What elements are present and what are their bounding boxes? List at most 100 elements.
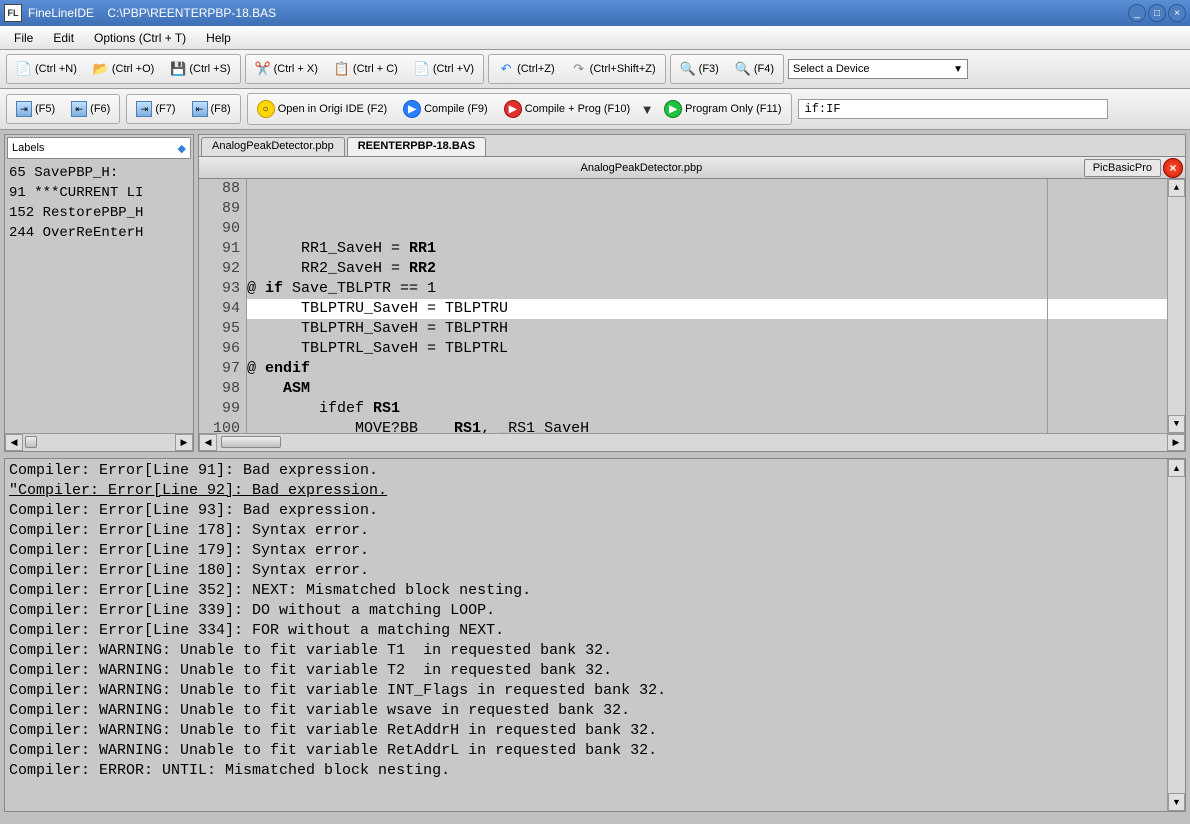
label-entry[interactable]: 244 OverReEnterH xyxy=(9,223,189,243)
titlebar: FL FineLineIDE C:\PBP\REENTERPBP-18.BAS … xyxy=(0,0,1190,26)
if-expression-input[interactable]: if:IF xyxy=(798,99,1108,119)
output-line[interactable]: Compiler: Error[Line 352]: NEXT: Mismatc… xyxy=(9,581,1163,601)
open-button[interactable]: 📂(Ctrl +O) xyxy=(86,57,161,81)
close-button[interactable]: × xyxy=(1168,4,1186,22)
code-line[interactable]: TBLPTRU_SaveH = TBLPTRU xyxy=(247,299,1167,319)
code-line[interactable]: ASM xyxy=(247,379,1167,399)
program-only-button[interactable]: ▶Program Only (F11) xyxy=(657,96,788,122)
scroll-up-icon[interactable]: ▲ xyxy=(1168,459,1185,477)
output-line[interactable]: Compiler: Error[Line 179]: Syntax error. xyxy=(9,541,1163,561)
toolbar-main: 📄(Ctrl +N) 📂(Ctrl +O) 💾(Ctrl +S) ✂️(Ctrl… xyxy=(0,50,1190,89)
code-line[interactable]: TBLPTRL_SaveH = TBLPTRL xyxy=(247,339,1167,359)
output-line[interactable]: Compiler: WARNING: Unable to fit variabl… xyxy=(9,681,1163,701)
scroll-right-icon[interactable]: ▶ xyxy=(175,434,193,451)
new-button[interactable]: 📄(Ctrl +N) xyxy=(9,57,84,81)
play-icon: ▶ xyxy=(664,100,682,118)
label-entry[interactable]: 65 SavePBP_H: xyxy=(9,163,189,183)
labels-dropdown[interactable]: Labels ◆ xyxy=(7,137,191,159)
output-line[interactable]: Compiler: Error[Line 178]: Syntax error. xyxy=(9,521,1163,541)
step-over-icon: ⇤ xyxy=(71,101,87,117)
redo-button[interactable]: ↷(Ctrl+Shift+Z) xyxy=(564,57,663,81)
paste-icon: 📄 xyxy=(414,61,430,77)
output-line[interactable]: Compiler: WARNING: Unable to fit variabl… xyxy=(9,661,1163,681)
code-line[interactable]: ifdef RS1 xyxy=(247,399,1167,419)
compile-prog-button[interactable]: ▶Compile + Prog (F10) xyxy=(497,96,637,122)
toolbar-build: ⇥(F5) ⇤(F6) ⇥(F7) ⇤(F8) ○Open in Origi I… xyxy=(0,89,1190,130)
code-area[interactable]: RR1_SaveH = RR1 RR2_SaveH = RR2@ if Save… xyxy=(247,179,1167,433)
tab-file-2[interactable]: REENTERPBP-18.BAS xyxy=(347,137,486,156)
scroll-thumb[interactable] xyxy=(25,436,37,448)
compile-button[interactable]: ▶Compile (F9) xyxy=(396,96,495,122)
play-icon: ▶ xyxy=(403,100,421,118)
save-icon: 💾 xyxy=(170,61,186,77)
menu-help[interactable]: Help xyxy=(198,28,239,48)
copy-button[interactable]: 📋(Ctrl + C) xyxy=(327,57,405,81)
circle-icon: ○ xyxy=(257,100,275,118)
compiler-output[interactable]: Compiler: Error[Line 91]: Bad expression… xyxy=(5,459,1167,811)
code-editor[interactable]: 888990919293949596979899100 RR1_SaveH = … xyxy=(199,179,1185,433)
open-folder-icon: 📂 xyxy=(93,61,109,77)
output-line[interactable]: Compiler: Error[Line 180]: Syntax error. xyxy=(9,561,1163,581)
close-file-button[interactable]: × xyxy=(1163,158,1183,178)
output-line[interactable]: Compiler: Error[Line 91]: Bad expression… xyxy=(9,461,1163,481)
step-f8-button[interactable]: ⇤(F8) xyxy=(185,97,238,121)
output-line[interactable]: Compiler: Error[Line 93]: Bad expression… xyxy=(9,501,1163,521)
open-ide-button[interactable]: ○Open in Origi IDE (F2) xyxy=(250,96,394,122)
code-line[interactable]: @ if Save_TBLPTR == 1 xyxy=(247,279,1167,299)
code-line[interactable]: MOVE?BB RS1, _RS1_SaveH xyxy=(247,419,1167,433)
step-f6-button[interactable]: ⇤(F6) xyxy=(64,97,117,121)
menu-edit[interactable]: Edit xyxy=(45,28,82,48)
scroll-left-icon[interactable]: ◀ xyxy=(5,434,23,451)
scroll-down-icon[interactable]: ▼ xyxy=(1168,415,1185,433)
new-file-icon: 📄 xyxy=(16,61,32,77)
copy-icon: 📋 xyxy=(334,61,350,77)
output-line[interactable]: Compiler: ERROR: UNTIL: Mismatched block… xyxy=(9,761,1163,781)
output-line[interactable]: Compiler: WARNING: Unable to fit variabl… xyxy=(9,641,1163,661)
scroll-thumb[interactable] xyxy=(221,436,281,448)
column-marker xyxy=(1047,179,1048,433)
code-line[interactable]: RR2_SaveH = RR2 xyxy=(247,259,1167,279)
step-f5-button[interactable]: ⇥(F5) xyxy=(9,97,62,121)
code-line[interactable]: RR1_SaveH = RR1 xyxy=(247,239,1167,259)
minimize-button[interactable]: _ xyxy=(1128,4,1146,22)
output-line[interactable]: Compiler: Error[Line 334]: FOR without a… xyxy=(9,621,1163,641)
menu-options[interactable]: Options (Ctrl + T) xyxy=(86,28,194,48)
redo-icon: ↷ xyxy=(571,61,587,77)
search-replace-icon: 🔍 xyxy=(735,61,751,77)
app-icon: FL xyxy=(4,4,22,22)
code-line[interactable]: @ endif xyxy=(247,359,1167,379)
device-select[interactable]: Select a Device ▼ xyxy=(788,59,968,79)
cut-button[interactable]: ✂️(Ctrl + X) xyxy=(248,57,325,81)
editor-vscrollbar[interactable]: ▲ ▼ xyxy=(1167,179,1185,433)
undo-button[interactable]: ↶(Ctrl+Z) xyxy=(491,57,562,81)
tab-file-1[interactable]: AnalogPeakDetector.pbp xyxy=(201,137,345,156)
find-button[interactable]: 🔍(F3) xyxy=(673,57,726,81)
editor-hscrollbar[interactable]: ◀ ▶ xyxy=(199,433,1185,451)
scroll-right-icon[interactable]: ▶ xyxy=(1167,434,1185,451)
replace-button[interactable]: 🔍(F4) xyxy=(728,57,781,81)
scroll-up-icon[interactable]: ▲ xyxy=(1168,179,1185,197)
output-line[interactable]: Compiler: WARNING: Unable to fit variabl… xyxy=(9,701,1163,721)
scroll-left-icon[interactable]: ◀ xyxy=(199,434,217,451)
output-line[interactable]: Compiler: WARNING: Unable to fit variabl… xyxy=(9,741,1163,761)
run-to-icon: ⇤ xyxy=(192,101,208,117)
save-button[interactable]: 💾(Ctrl +S) xyxy=(163,57,237,81)
maximize-button[interactable]: □ xyxy=(1148,4,1166,22)
output-panel: Compiler: Error[Line 91]: Bad expression… xyxy=(4,458,1186,812)
menu-file[interactable]: File xyxy=(6,28,41,48)
output-line[interactable]: Compiler: WARNING: Unable to fit variabl… xyxy=(9,721,1163,741)
labels-list[interactable]: 65 SavePBP_H:91 ***CURRENT LI152 Restore… xyxy=(5,161,193,433)
scroll-down-icon[interactable]: ▼ xyxy=(1168,793,1185,811)
labels-hscrollbar[interactable]: ◀ ▶ xyxy=(5,433,193,451)
step-f7-button[interactable]: ⇥(F7) xyxy=(129,97,182,121)
label-entry[interactable]: 91 ***CURRENT LI xyxy=(9,183,189,203)
diamond-icon: ◆ xyxy=(178,142,186,155)
step-out-icon: ⇥ xyxy=(136,101,152,117)
paste-button[interactable]: 📄(Ctrl +V) xyxy=(407,57,481,81)
output-vscrollbar[interactable]: ▲ ▼ xyxy=(1167,459,1185,811)
dropdown-arrow-icon[interactable]: ▼ xyxy=(639,101,655,117)
code-line[interactable]: TBLPTRH_SaveH = TBLPTRH xyxy=(247,319,1167,339)
output-line[interactable]: Compiler: Error[Line 339]: DO without a … xyxy=(9,601,1163,621)
label-entry[interactable]: 152 RestorePBP_H xyxy=(9,203,189,223)
output-line[interactable]: "Compiler: Error[Line 92]: Bad expressio… xyxy=(9,481,1163,501)
